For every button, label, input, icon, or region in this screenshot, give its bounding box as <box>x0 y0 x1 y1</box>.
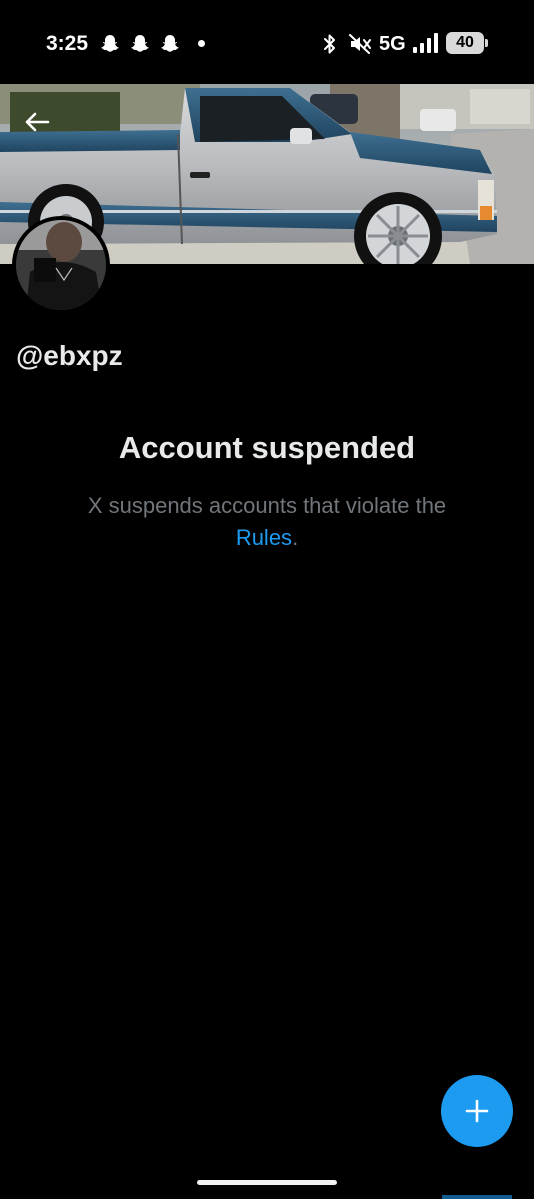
snapchat-ghost-icon <box>101 35 119 52</box>
battery-icon: 40 <box>446 32 488 54</box>
back-button[interactable] <box>18 103 56 141</box>
bottom-strip <box>442 1195 512 1199</box>
suspended-description-text: X suspends accounts that violate the <box>87 493 447 518</box>
signal-icon <box>413 33 438 53</box>
mute-icon <box>349 34 371 54</box>
home-indicator[interactable] <box>197 1180 337 1185</box>
suspended-title: Account suspended <box>118 430 416 465</box>
suspended-description-suffix: . <box>292 525 299 550</box>
dot-icon <box>198 40 205 47</box>
back-arrow-icon <box>25 112 50 132</box>
network-type: 5G <box>379 33 406 55</box>
suspended-description: X suspends accounts that violate the Rul… <box>60 490 474 554</box>
status-time: 3:25 <box>46 32 89 55</box>
profile-handle: @ebxpz <box>16 340 123 371</box>
plus-icon <box>465 1099 489 1123</box>
compose-button[interactable] <box>441 1075 513 1147</box>
bluetooth-icon <box>324 34 335 54</box>
snapchat-ghost-icon <box>131 35 149 52</box>
avatar-image <box>16 220 106 310</box>
snapchat-ghost-icon <box>161 35 179 52</box>
avatar[interactable] <box>12 216 110 314</box>
rules-link[interactable]: Rules <box>236 525 292 550</box>
status-bar: 3:25 5G 40 <box>0 0 534 84</box>
battery-level: 40 <box>446 32 484 54</box>
profile-screen: 3:25 5G 40 @ebxpz Account suspended X su… <box>0 0 534 1199</box>
